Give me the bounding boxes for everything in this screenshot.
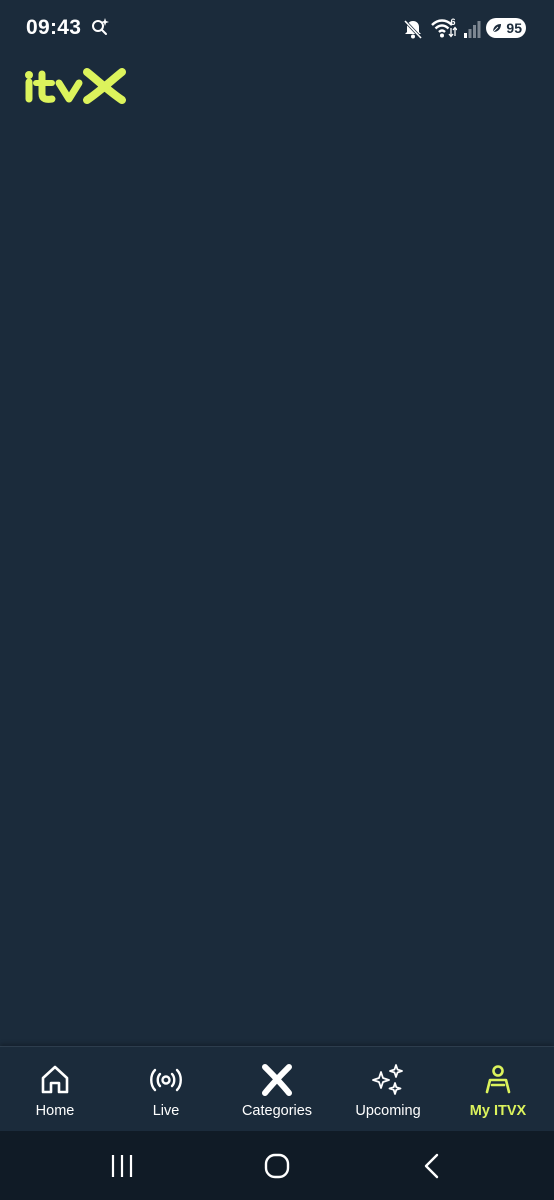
nav-item-home[interactable]: Home xyxy=(0,1047,110,1131)
categories-x-icon xyxy=(262,1064,292,1096)
nav-item-categories[interactable]: Categories xyxy=(222,1047,332,1131)
battery-level: 95 xyxy=(506,20,522,36)
system-navigation-bar xyxy=(0,1131,554,1200)
nav-label-categories: Categories xyxy=(241,1103,313,1119)
app-screen: 09:43 6 95 Home Live Categories Upcoming… xyxy=(0,0,554,1200)
back-icon[interactable] xyxy=(417,1151,447,1181)
itvx-logo xyxy=(25,68,126,104)
status-bar: 09:43 6 95 xyxy=(0,0,554,56)
signal-icon xyxy=(464,21,481,38)
recent-apps-icon[interactable] xyxy=(107,1151,137,1181)
wifi-icon: 6 xyxy=(431,17,457,38)
power-saving-leaf-icon xyxy=(492,24,501,33)
nav-label-upcoming: Upcoming xyxy=(355,1103,421,1119)
nav-item-live[interactable]: Live xyxy=(111,1047,221,1131)
nav-label-my-itvx: My ITVX xyxy=(469,1103,527,1119)
nav-item-my-itvx[interactable]: My ITVX xyxy=(443,1047,553,1131)
battery-indicator: 95 xyxy=(486,18,526,38)
wifi-badge: 6 xyxy=(451,17,456,27)
status-time: 09:43 xyxy=(26,16,82,39)
nav-label-live: Live xyxy=(152,1103,180,1119)
home-icon xyxy=(41,1065,69,1094)
nav-label-home: Home xyxy=(35,1103,75,1119)
live-broadcast-icon xyxy=(150,1068,182,1092)
mute-icon xyxy=(403,19,423,40)
profile-icon xyxy=(485,1065,511,1094)
nav-item-upcoming[interactable]: Upcoming xyxy=(333,1047,443,1131)
search-sparkle-icon xyxy=(92,18,109,35)
sparkles-icon xyxy=(372,1064,403,1095)
bottom-navigation: Home Live Categories Upcoming My ITVX xyxy=(0,1046,554,1131)
home-circle-icon[interactable] xyxy=(262,1151,292,1181)
